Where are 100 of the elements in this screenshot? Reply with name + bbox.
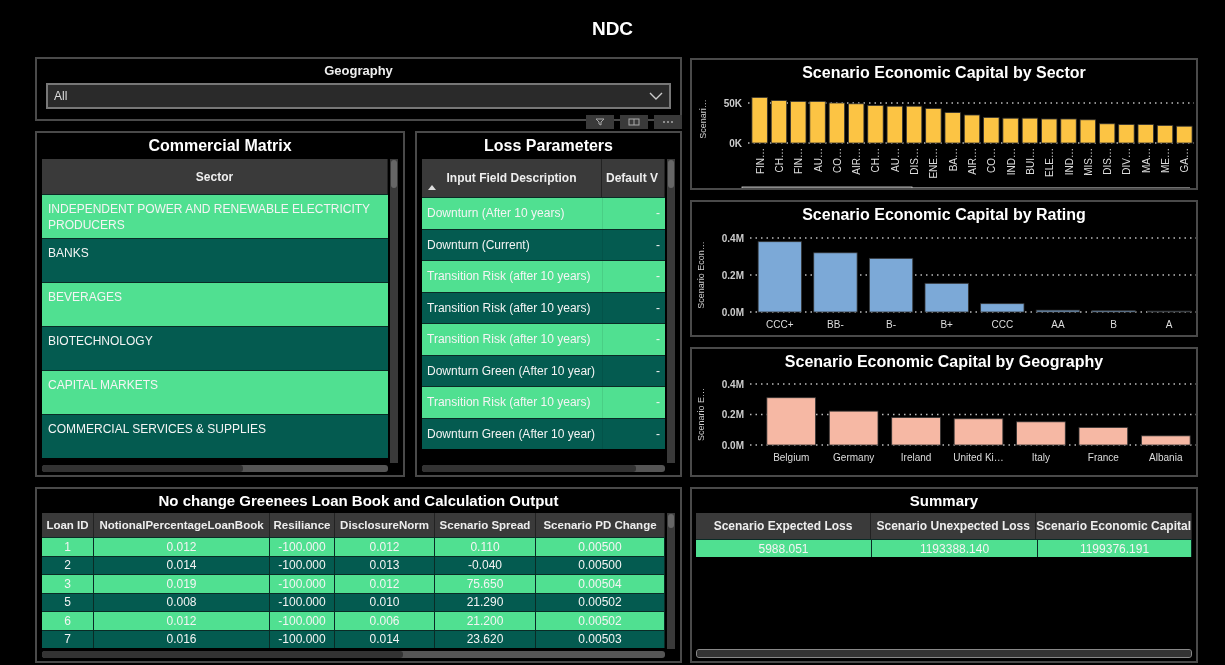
bar[interactable] [886, 105, 903, 144]
column-header[interactable]: Scenario Expected Loss [696, 513, 872, 539]
bar[interactable] [1041, 118, 1058, 144]
axis-category-label: BA… [947, 148, 959, 172]
table-cell-text: Downturn (After 10 years) [426, 205, 566, 223]
table-cell-text: BEVERAGES [47, 289, 124, 306]
bar[interactable] [813, 252, 858, 313]
table-cell: 0.00502 [536, 612, 665, 630]
bar[interactable] [867, 105, 884, 144]
table-cell-text: Downturn (Current) [426, 236, 531, 254]
column-header[interactable]: Scenario Unexpected Loss [871, 513, 1037, 539]
table-cell-text: BIOTECHNOLOGY [47, 333, 154, 350]
axis-category-label: CH… [870, 148, 882, 173]
bar[interactable] [925, 108, 942, 144]
bar[interactable] [980, 303, 1025, 313]
bar[interactable] [924, 282, 969, 313]
focus-mode-icon[interactable] [620, 115, 648, 129]
horizontal-scrollbar[interactable] [741, 186, 1190, 188]
bar[interactable] [1137, 124, 1154, 144]
table-cell: 0.012 [94, 612, 270, 630]
column-header[interactable]: NotionalPercentageLoanBook [94, 513, 270, 537]
bar[interactable] [905, 105, 923, 144]
vertical-scrollbar[interactable] [390, 159, 398, 463]
bar[interactable] [944, 112, 961, 144]
bar[interactable] [1078, 427, 1129, 446]
bar[interactable] [953, 418, 1004, 446]
bar[interactable] [868, 257, 914, 313]
table-cell-text: Transition Risk (after 10 years) [426, 268, 592, 286]
horizontal-scrollbar[interactable] [42, 465, 388, 472]
bar[interactable] [1021, 117, 1039, 144]
report-title: NDC [590, 17, 635, 41]
bar[interactable] [790, 101, 807, 144]
axis-category-label: CO… [986, 148, 998, 173]
bar[interactable] [809, 101, 826, 144]
bar[interactable] [828, 102, 845, 144]
table-cell-text: Downturn Green (After 10 year) [426, 425, 597, 443]
table-cell-text: COMMERCIAL SERVICES & SUPPLIES [47, 421, 268, 438]
bar[interactable] [848, 103, 865, 144]
axis-tick-label: 0.4M [721, 378, 744, 390]
axis-title: Scenari… [698, 99, 708, 139]
bar[interactable] [1016, 421, 1066, 446]
vertical-scrollbar[interactable] [667, 513, 675, 649]
axis-category-label: FIN… [754, 148, 766, 175]
vertical-scrollbar[interactable] [667, 159, 675, 463]
bar[interactable] [1156, 125, 1174, 144]
bar[interactable] [963, 114, 981, 144]
bar[interactable] [1141, 435, 1191, 446]
table-cell: 0.012 [335, 575, 435, 593]
column-header[interactable]: Scenario Spread [435, 513, 536, 537]
column-header[interactable]: Resiliance [270, 513, 335, 537]
axis-category-label: CCC [991, 319, 1014, 330]
column-header[interactable]: Scenario PD Change [536, 513, 665, 537]
bar[interactable] [766, 397, 816, 446]
axis-category-label: Albania [1149, 452, 1183, 463]
column-header[interactable]: Sector [42, 159, 388, 194]
bar[interactable] [983, 117, 1000, 144]
horizontal-scrollbar[interactable] [696, 649, 1192, 658]
table-cell: -100.000 [270, 630, 335, 648]
axis-tick-label: 0.4M [721, 232, 744, 244]
bar[interactable] [770, 100, 788, 144]
chart-title: Scenario Economic Capital by Geography [783, 352, 1105, 372]
axis-tick-label: 0.2M [721, 409, 744, 420]
axis-category-label: ME… [1160, 148, 1172, 173]
column-header[interactable]: Scenario Economic Capital [1036, 513, 1192, 539]
axis-category-label: DIS… [1102, 148, 1114, 175]
visual-title: Commercial Matrix [147, 136, 293, 156]
bar[interactable] [751, 97, 768, 144]
chevron-down-icon [649, 92, 663, 100]
table-cell: 0.012 [94, 538, 270, 556]
column-header[interactable]: Default V [602, 159, 665, 197]
axis-category-label: CH… [773, 148, 785, 173]
table-cell: 0.019 [94, 575, 270, 593]
axis-category-label: GA… [1179, 148, 1191, 173]
axis-category-label: B [1110, 319, 1117, 330]
bar[interactable] [1099, 123, 1116, 144]
horizontal-scrollbar[interactable] [422, 465, 665, 472]
bar[interactable] [1002, 117, 1019, 144]
table-cell: - [602, 418, 665, 449]
column-header[interactable]: DisclosureNorm [335, 513, 435, 537]
bar[interactable] [828, 410, 879, 446]
bar[interactable] [891, 417, 941, 446]
table-cell: - [602, 261, 665, 292]
column-header[interactable]: Input Field Description [422, 159, 602, 197]
geography-dropdown[interactable]: All [46, 83, 671, 109]
axis-category-label: MIS… [1082, 148, 1094, 176]
bar[interactable] [1118, 124, 1135, 144]
bar[interactable] [1176, 125, 1193, 144]
axis-title: Scenario E… [696, 388, 706, 441]
bar[interactable] [757, 241, 802, 313]
table-cell: 75.650 [435, 575, 536, 593]
table-cell: 0.012 [335, 538, 435, 556]
axis-category-label: B- [886, 319, 897, 330]
bar[interactable] [1079, 119, 1096, 144]
column-header[interactable]: Loan ID [42, 513, 94, 537]
horizontal-scrollbar[interactable] [42, 651, 665, 658]
bar[interactable] [1060, 118, 1077, 144]
table-cell-text: Downturn Green (After 10 year) [426, 362, 597, 380]
table-cell: 3 [42, 575, 94, 593]
filter-icon[interactable] [586, 115, 614, 129]
more-options-icon[interactable] [654, 115, 682, 129]
